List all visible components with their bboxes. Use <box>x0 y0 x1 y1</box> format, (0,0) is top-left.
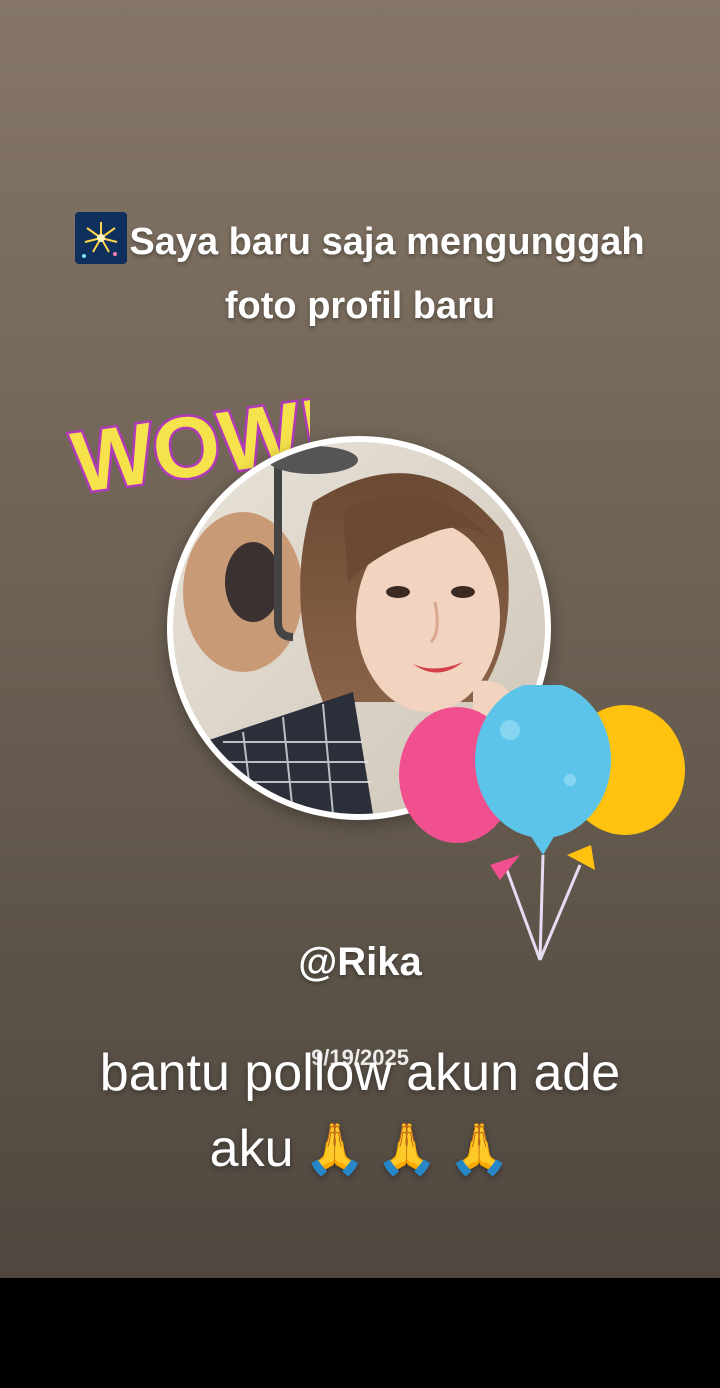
caption-line2: aku <box>209 1120 294 1178</box>
headline-line2: foto profil baru <box>224 285 496 327</box>
username: @Rika <box>298 940 422 984</box>
bottom-bar <box>0 1278 720 1388</box>
caption: bantu pollow akun ade aku 🙏 🙏 🙏 <box>60 1035 660 1187</box>
fireworks-icon <box>75 212 128 264</box>
caption-line1: bantu pollow akun ade <box>99 1044 621 1102</box>
headline: Saya baru saja mengunggah foto profil ba… <box>0 210 720 338</box>
headline-line1: Saya baru saja mengunggah <box>129 221 645 263</box>
pray-emoji-2: 🙏 <box>375 1121 439 1177</box>
pray-emoji-3: 🙏 <box>448 1121 511 1177</box>
story-canvas: Saya baru saja mengunggah foto profil ba… <box>0 0 720 1278</box>
balloon-blue <box>475 685 611 855</box>
balloons-sticker <box>399 685 685 961</box>
pray-emoji-1: 🙏 <box>303 1121 366 1177</box>
